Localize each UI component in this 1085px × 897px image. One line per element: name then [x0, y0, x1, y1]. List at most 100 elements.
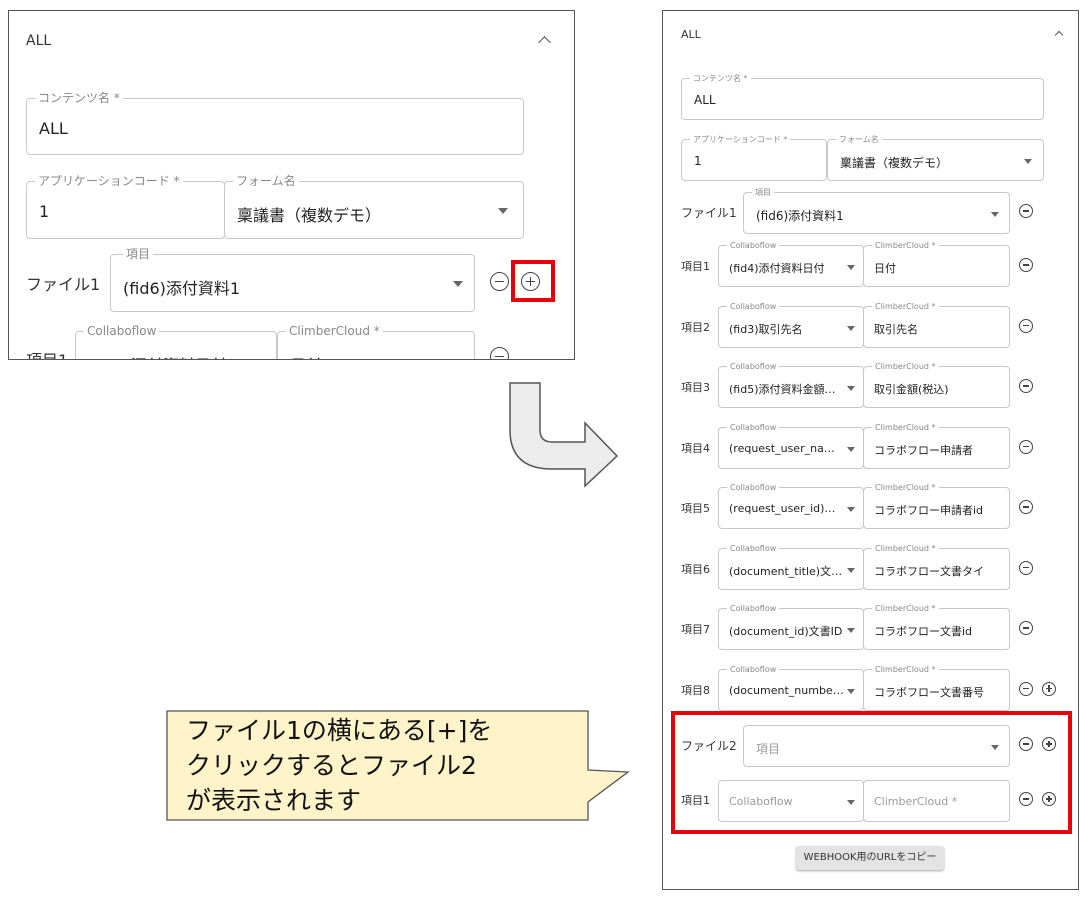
- copy-webhook-url-button[interactable]: WEBHOOK用のURLをコピー: [796, 846, 944, 870]
- add-item-icon[interactable]: [1042, 681, 1056, 696]
- remove-item-icon[interactable]: [1019, 621, 1033, 635]
- file2-item1-collabo-placeholder: Collaboflow: [729, 795, 793, 808]
- climbercloud-label: ClimberCloud *: [872, 240, 939, 251]
- file2-item1-climber-placeholder: ClimberCloud *: [874, 795, 958, 808]
- form-name-label: フォーム名: [836, 134, 882, 145]
- climbercloud-field[interactable]: ClimberCloud * コラボフロー申請者: [863, 421, 1010, 469]
- remove-item-icon[interactable]: [1019, 318, 1033, 333]
- collaboflow-value: (request_user_na…: [729, 441, 835, 455]
- item1-climber-field[interactable]: ClimberCloud * 日付: [277, 324, 475, 359]
- dropdown-caret-icon: [991, 212, 999, 217]
- file2-item1-row-label: 項目1: [681, 794, 710, 807]
- row-label: 項目2: [681, 320, 710, 334]
- collaboflow-select[interactable]: Collaboflow (fid5)添付資料金額…: [718, 361, 864, 408]
- remove-item-icon[interactable]: [1019, 792, 1033, 806]
- row-label: 項目3: [681, 381, 710, 394]
- collaboflow-select[interactable]: Collaboflow (fid4)添付資料日付: [718, 240, 864, 287]
- content-name-field[interactable]: コンテンツ名 * ALL: [681, 73, 1044, 120]
- app-code-field[interactable]: アプリケーションコード * 1: [26, 174, 225, 239]
- item1-row-label: 項目1: [26, 347, 68, 359]
- remove-item-icon[interactable]: [1019, 560, 1033, 575]
- dropdown-caret-icon: [847, 567, 855, 573]
- callout-line: クリックするとファイル2: [186, 751, 477, 780]
- form-name-value: 稟議書（複数デモ）: [237, 206, 382, 225]
- dropdown-caret-icon: [847, 628, 855, 633]
- remove-file-icon[interactable]: [1019, 737, 1033, 751]
- file2-item1-climber-field[interactable]: ClimberCloud *: [863, 780, 1010, 822]
- dropdown-caret-icon: [847, 446, 855, 452]
- left-panel-screenshot: ALL コンテンツ名 * ALL アプリケーションコード * 1 フォーム名 稟…: [8, 10, 575, 360]
- collaboflow-value: (fid5)添付資料金額…: [729, 383, 836, 396]
- collaboflow-label: Collaboflow: [727, 603, 780, 614]
- callout-text: ファイル1の横にある[+]を クリックするとファイル2 が表示されます: [186, 713, 492, 818]
- row-label: 項目1: [681, 260, 710, 273]
- climbercloud-field[interactable]: ClimberCloud * コラボフロー文書id: [863, 603, 1010, 650]
- flow-arrow-icon: [509, 382, 619, 488]
- collaboflow-select[interactable]: Collaboflow (request_user_na…: [718, 421, 864, 469]
- climbercloud-field[interactable]: ClimberCloud * コラボフロー申請者id: [863, 482, 1010, 529]
- file1-select[interactable]: 項目 (fid6)添付資料1: [110, 247, 475, 312]
- collaboflow-value: (document_numbe…: [729, 683, 844, 697]
- remove-item-icon[interactable]: [1019, 258, 1033, 272]
- climbercloud-value: コラボフロー文書番号: [874, 685, 984, 699]
- remove-item-icon[interactable]: [490, 347, 509, 359]
- climbercloud-label: ClimberCloud *: [872, 542, 939, 554]
- right-panel-screenshot: ALL コンテンツ名 * ALL アプリケーションコード * 1 フォーム名 稟…: [662, 10, 1079, 890]
- dropdown-caret-icon: [847, 325, 855, 331]
- file1-select[interactable]: 項目 (fid6)添付資料1: [743, 187, 1010, 234]
- collaboflow-select[interactable]: Collaboflow (request_user_id)…: [718, 482, 864, 529]
- item1-climber-value: 日付: [290, 352, 322, 359]
- climbercloud-field[interactable]: ClimberCloud * 取引金額(税込): [863, 361, 1010, 408]
- file2-item1-collabo-select[interactable]: Collaboflow: [718, 780, 864, 822]
- app-code-field[interactable]: アプリケーションコード * 1: [681, 134, 827, 181]
- content-name-value: ALL: [694, 93, 716, 107]
- dropdown-caret-icon: [1024, 159, 1032, 164]
- content-name-value: ALL: [39, 119, 68, 138]
- content-name-field[interactable]: コンテンツ名 * ALL: [26, 91, 524, 155]
- file2-select[interactable]: 項目: [743, 725, 1010, 767]
- climbercloud-label: ClimberCloud *: [872, 361, 939, 372]
- remove-item-icon[interactable]: [1019, 500, 1033, 514]
- row-label: 項目5: [681, 502, 710, 515]
- file2-row-label: ファイル2: [681, 739, 737, 753]
- dropdown-caret-icon: [847, 386, 855, 391]
- collaboflow-value: (fid4)添付資料日付: [729, 262, 825, 275]
- collaboflow-label: Collaboflow: [727, 542, 780, 554]
- add-item-icon[interactable]: [1042, 792, 1056, 806]
- collaboflow-select[interactable]: Collaboflow (document_title)文…: [718, 542, 864, 590]
- climbercloud-field[interactable]: ClimberCloud * 取引先名: [863, 300, 1010, 348]
- collaboflow-value: (fid3)取引先名: [729, 322, 803, 336]
- climbercloud-field[interactable]: ClimberCloud * コラボフロー文書タイ: [863, 542, 1010, 590]
- collaboflow-select[interactable]: Collaboflow (document_numbe…: [718, 663, 864, 711]
- climbercloud-field[interactable]: ClimberCloud * 日付: [863, 240, 1010, 287]
- remove-item-icon[interactable]: [1019, 681, 1033, 696]
- climbercloud-value: コラボフロー申請者: [874, 443, 973, 457]
- app-code-label: アプリケーションコード *: [690, 134, 791, 145]
- form-name-select[interactable]: フォーム名 稟議書（複数デモ）: [224, 174, 524, 239]
- remove-item-icon[interactable]: [1019, 379, 1033, 393]
- remove-item-icon[interactable]: [1019, 439, 1033, 454]
- file1-field-label: 項目: [123, 247, 154, 261]
- file1-value: (fid6)添付資料1: [123, 279, 241, 298]
- app-code-value: 1: [694, 154, 702, 168]
- climbercloud-field[interactable]: ClimberCloud * コラボフロー文書番号: [863, 663, 1010, 711]
- climbercloud-value: コラボフロー申請者id: [874, 504, 984, 517]
- item1-collabo-value: (fid4)添付資料日付: [88, 352, 227, 359]
- collaboflow-select[interactable]: Collaboflow (fid3)取引先名: [718, 300, 864, 348]
- item1-collabo-select[interactable]: Collaboflow (fid4)添付資料日付: [75, 324, 277, 359]
- add-file-icon[interactable]: [1042, 737, 1056, 751]
- content-name-label: コンテンツ名 *: [35, 91, 123, 105]
- collapse-chevron-icon[interactable]: [538, 36, 551, 49]
- file2-placeholder: 項目: [756, 742, 781, 756]
- dropdown-caret-icon: [498, 208, 508, 214]
- remove-file-icon[interactable]: [1019, 204, 1033, 218]
- form-name-select[interactable]: フォーム名 稟議書（複数デモ）: [827, 134, 1044, 181]
- collaboflow-label: Collaboflow: [727, 240, 780, 251]
- form-name-value: 稟議書（複数デモ）: [840, 156, 949, 170]
- remove-file-icon[interactable]: [490, 272, 509, 291]
- collaboflow-value: (request_user_id)…: [729, 502, 836, 515]
- file1-value: (fid6)添付資料1: [756, 209, 844, 223]
- collapse-chevron-icon[interactable]: [1054, 30, 1064, 40]
- collaboflow-label: Collaboflow: [727, 361, 780, 372]
- collaboflow-select[interactable]: Collaboflow (document_id)文書ID: [718, 603, 864, 650]
